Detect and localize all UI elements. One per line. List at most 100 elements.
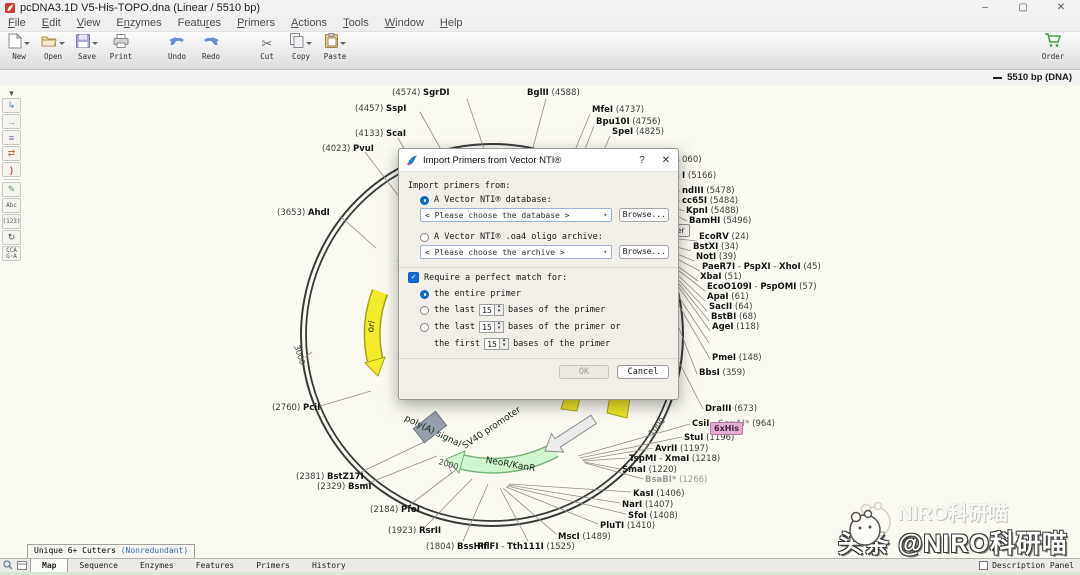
last-bases-spinner[interactable]: 15▲▼ [479, 304, 504, 316]
redo-button[interactable]: Redo [196, 34, 226, 61]
dialog-help-button[interactable]: ? [630, 155, 654, 166]
archive-select[interactable]: < Please choose the archive > ▾ [420, 245, 612, 259]
primers-toggle-button[interactable]: ≡ [2, 130, 21, 145]
site-label[interactable]: (4457) SspI [355, 104, 406, 114]
sixhis-label[interactable]: 6xHis [710, 422, 743, 435]
site-label[interactable]: (2760) PciI [272, 403, 320, 413]
first-bases-spinner[interactable]: 15▲▼ [484, 338, 509, 350]
browse-database-button[interactable]: Browse... [619, 208, 669, 222]
description-panel-checkbox[interactable] [979, 561, 988, 570]
dialog-close-button[interactable]: ✕ [654, 155, 678, 166]
site-label[interactable]: (4023) PvuI [322, 144, 374, 154]
site-label[interactable]: (1923) RsrII [388, 526, 441, 536]
site-label[interactable]: (2381) BstZ17I [296, 472, 364, 482]
ok-button[interactable]: OK [559, 365, 609, 379]
site-label[interactable]: NotI (39) [696, 252, 736, 262]
feature-neor-kanr[interactable]: NeoR/KanR [446, 450, 555, 474]
open-dropdown-icon[interactable] [59, 42, 65, 45]
site-label[interactable]: EcoRV (24) [699, 232, 749, 242]
undo-button[interactable]: Undo [162, 34, 192, 61]
spinner-arrows-icon[interactable]: ▲▼ [495, 321, 504, 333]
translations-toggle-button[interactable]: ⇄ [2, 146, 21, 161]
tab-enzymes[interactable]: Enzymes [129, 559, 185, 572]
feature-ori[interactable]: ori [365, 292, 385, 376]
menu-help[interactable]: Help [432, 16, 471, 31]
archive-radio[interactable] [420, 233, 429, 242]
spinner-arrows-icon[interactable]: ▲▼ [500, 338, 509, 350]
numbering-toggle-button[interactable]: (123) [2, 214, 21, 229]
perfect-match-checkbox[interactable]: ✓ [408, 272, 419, 283]
site-label[interactable]: AvrII (1197) [655, 444, 708, 454]
site-label[interactable]: (4133) ScaI [355, 129, 406, 139]
site-label[interactable]: AgeI (118) [712, 322, 759, 332]
menu-edit[interactable]: Edit [34, 16, 69, 31]
site-label[interactable]: PflFI - Tth111I (1525) [477, 542, 575, 552]
site-label[interactable]: MfeI (4737) [592, 105, 644, 115]
site-label[interactable]: cc65I (5484) [682, 196, 738, 206]
site-label[interactable]: Bpu10I (4756) [596, 117, 661, 127]
site-label[interactable]: NarI (1407) [622, 500, 673, 510]
description-panel-toggle[interactable]: Description Panel [979, 559, 1074, 572]
codon-display-button[interactable]: CCAG·A [2, 246, 21, 261]
spinner-arrows-icon[interactable]: ▲▼ [495, 304, 504, 316]
site-label[interactable]: PaeR7I - PspXI - XhoI (45) [702, 262, 821, 272]
tab-map[interactable]: Map [30, 559, 68, 572]
order-button[interactable]: Order [1036, 34, 1070, 61]
save-button[interactable]: Save [72, 34, 102, 61]
site-label[interactable]: KasI (1406) [633, 489, 685, 499]
copy-button[interactable]: Copy [286, 34, 316, 61]
copy-dropdown-icon[interactable] [306, 42, 312, 45]
last-bases-spinner-2[interactable]: 15▲▼ [479, 321, 504, 333]
last-or-first-bases-radio[interactable] [420, 323, 429, 332]
site-label[interactable]: XbaI (51) [700, 272, 742, 282]
new-button[interactable]: New [4, 34, 34, 61]
menu-enzymes[interactable]: Enzymes [108, 16, 169, 31]
browse-archive-button[interactable]: Browse... [619, 245, 669, 259]
flip-strand-button[interactable]: ↳ [2, 98, 21, 113]
cut-button[interactable]: ✂ Cut [252, 34, 282, 61]
site-label[interactable]: (3653) AhdI [277, 208, 330, 218]
open-button[interactable]: Open [38, 34, 68, 61]
site-label[interactable]: BsaBI* (1266) [645, 475, 707, 485]
site-label[interactable]: ApaI (61) [707, 292, 749, 302]
site-label[interactable]: SfoI (1408) [628, 511, 678, 521]
database-select[interactable]: < Please choose the database > ▾ [420, 208, 612, 222]
site-label[interactable]: ndIII (5478) [682, 186, 735, 196]
tab-primers[interactable]: Primers [245, 559, 301, 572]
site-label[interactable]: (4574) SgrDI [392, 88, 450, 98]
site-label[interactable]: 060) [682, 155, 702, 165]
labels-toggle-button[interactable]: Abc [2, 198, 21, 213]
features-toggle-button[interactable]: → [2, 114, 21, 129]
site-label[interactable]: BbsI (359) [699, 368, 745, 378]
enzymes-toggle-button[interactable]: ) [2, 162, 21, 177]
paste-button[interactable]: Paste [320, 34, 350, 61]
site-label[interactable]: BglII (4588) [527, 88, 580, 98]
site-label[interactable]: TspMI - XmaI (1218) [629, 454, 720, 464]
tab-history[interactable]: History [301, 559, 357, 572]
edit-annotation-button[interactable]: ✎ [2, 182, 21, 197]
last-bases-radio[interactable] [420, 306, 429, 315]
site-label[interactable]: BamHI (5496) [689, 216, 751, 226]
new-dropdown-icon[interactable] [24, 42, 30, 45]
site-label[interactable]: BstBI (68) [711, 312, 756, 322]
site-label[interactable]: (2184) PfoI [370, 505, 420, 515]
menu-window[interactable]: Window [377, 16, 432, 31]
menu-file[interactable]: File [0, 16, 34, 31]
site-label[interactable]: SpeI (4825) [612, 127, 664, 137]
print-button[interactable]: Print [106, 34, 136, 61]
site-label[interactable]: BstXI (34) [693, 242, 738, 252]
site-label[interactable]: (2329) BsmI [317, 482, 372, 492]
cancel-button[interactable]: Cancel [617, 365, 669, 379]
menu-view[interactable]: View [69, 16, 109, 31]
minimize-button[interactable]: – [966, 0, 1004, 16]
paste-dropdown-icon[interactable] [340, 42, 346, 45]
site-label[interactable]: MscI (1489) [558, 532, 611, 542]
site-label[interactable]: PluTI (1410) [600, 521, 655, 531]
menu-tools[interactable]: Tools [335, 16, 377, 31]
site-label[interactable]: KpnI (5488) [686, 206, 739, 216]
dialog-title-bar[interactable]: Import Primers from Vector NTI® ? ✕ [399, 149, 678, 172]
maximize-button[interactable]: ▢ [1004, 0, 1042, 16]
database-radio[interactable] [420, 196, 429, 205]
menu-primers[interactable]: Primers [229, 16, 283, 31]
save-dropdown-icon[interactable] [92, 42, 98, 45]
